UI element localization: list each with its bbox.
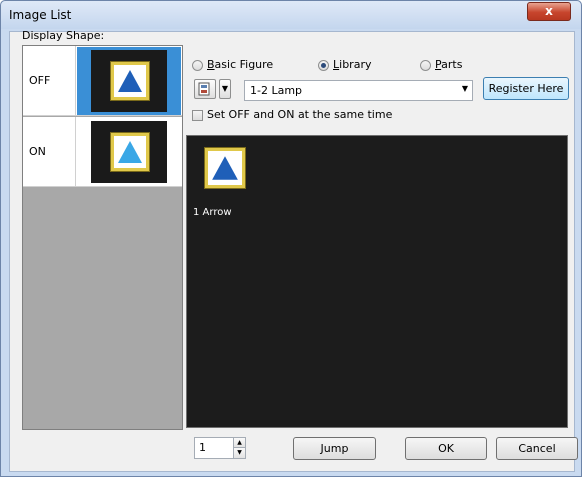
row-divider bbox=[75, 46, 76, 116]
library-item-label: 1 Arrow bbox=[193, 207, 232, 218]
radio-parts[interactable] bbox=[420, 60, 431, 71]
thumbnail-background bbox=[91, 50, 167, 112]
library-select[interactable]: 1-2 Lamp ▼ bbox=[244, 80, 473, 101]
radio-library-label[interactable]: Library bbox=[333, 58, 371, 71]
row-divider bbox=[75, 117, 76, 187]
shape-row-on[interactable]: ON bbox=[23, 117, 182, 187]
window-title: Image List bbox=[9, 8, 72, 22]
close-icon: x bbox=[545, 4, 553, 18]
on-shape-thumbnail[interactable] bbox=[77, 118, 181, 186]
library-icon-dropdown[interactable]: ▼ bbox=[219, 79, 231, 99]
register-here-button[interactable]: Register Here bbox=[483, 77, 569, 100]
radio-parts-label[interactable]: Parts bbox=[435, 58, 462, 71]
jump-button[interactable]: Jump bbox=[293, 437, 376, 460]
ok-button[interactable]: OK bbox=[405, 437, 487, 460]
page-number-spinner[interactable]: 1 ▲ ▼ bbox=[194, 437, 246, 459]
triangle-lamp-icon bbox=[118, 141, 142, 163]
library-select-value: 1-2 Lamp bbox=[250, 84, 303, 97]
thumbnail-background bbox=[91, 121, 167, 183]
cancel-button[interactable]: Cancel bbox=[496, 437, 578, 460]
title-bar[interactable]: Image List x bbox=[1, 1, 581, 29]
shape-state-label: OFF bbox=[29, 74, 51, 87]
library-icon-button[interactable] bbox=[194, 79, 216, 99]
library-item[interactable] bbox=[204, 147, 246, 189]
triangle-lamp-icon bbox=[118, 70, 142, 92]
same-time-checkbox-label[interactable]: Set OFF and ON at the same time bbox=[207, 108, 392, 121]
library-icon bbox=[198, 82, 210, 96]
shape-state-label: ON bbox=[29, 145, 46, 158]
arrow-lamp-icon bbox=[212, 156, 238, 180]
off-shape-thumbnail[interactable] bbox=[77, 47, 181, 115]
display-shape-label: Display Shape: bbox=[22, 29, 105, 42]
radio-basic-figure[interactable] bbox=[192, 60, 203, 71]
chevron-down-icon: ▼ bbox=[221, 84, 229, 93]
page-number-value: 1 bbox=[199, 441, 206, 454]
lamp-frame bbox=[204, 147, 246, 189]
library-image-area: 1 Arrow bbox=[186, 135, 568, 428]
radio-library[interactable] bbox=[318, 60, 329, 71]
shape-row-off[interactable]: OFF bbox=[23, 46, 182, 116]
spin-down-icon[interactable]: ▼ bbox=[233, 448, 245, 458]
spin-up-icon[interactable]: ▲ bbox=[233, 438, 245, 448]
same-time-checkbox[interactable] bbox=[192, 110, 203, 121]
chevron-down-icon: ▼ bbox=[461, 84, 468, 93]
radio-basic-figure-label[interactable]: Basic Figure bbox=[207, 58, 273, 71]
close-button[interactable]: x bbox=[527, 2, 571, 21]
display-shape-list: OFF ON bbox=[22, 45, 183, 430]
lamp-frame bbox=[110, 61, 150, 101]
lamp-frame bbox=[110, 132, 150, 172]
